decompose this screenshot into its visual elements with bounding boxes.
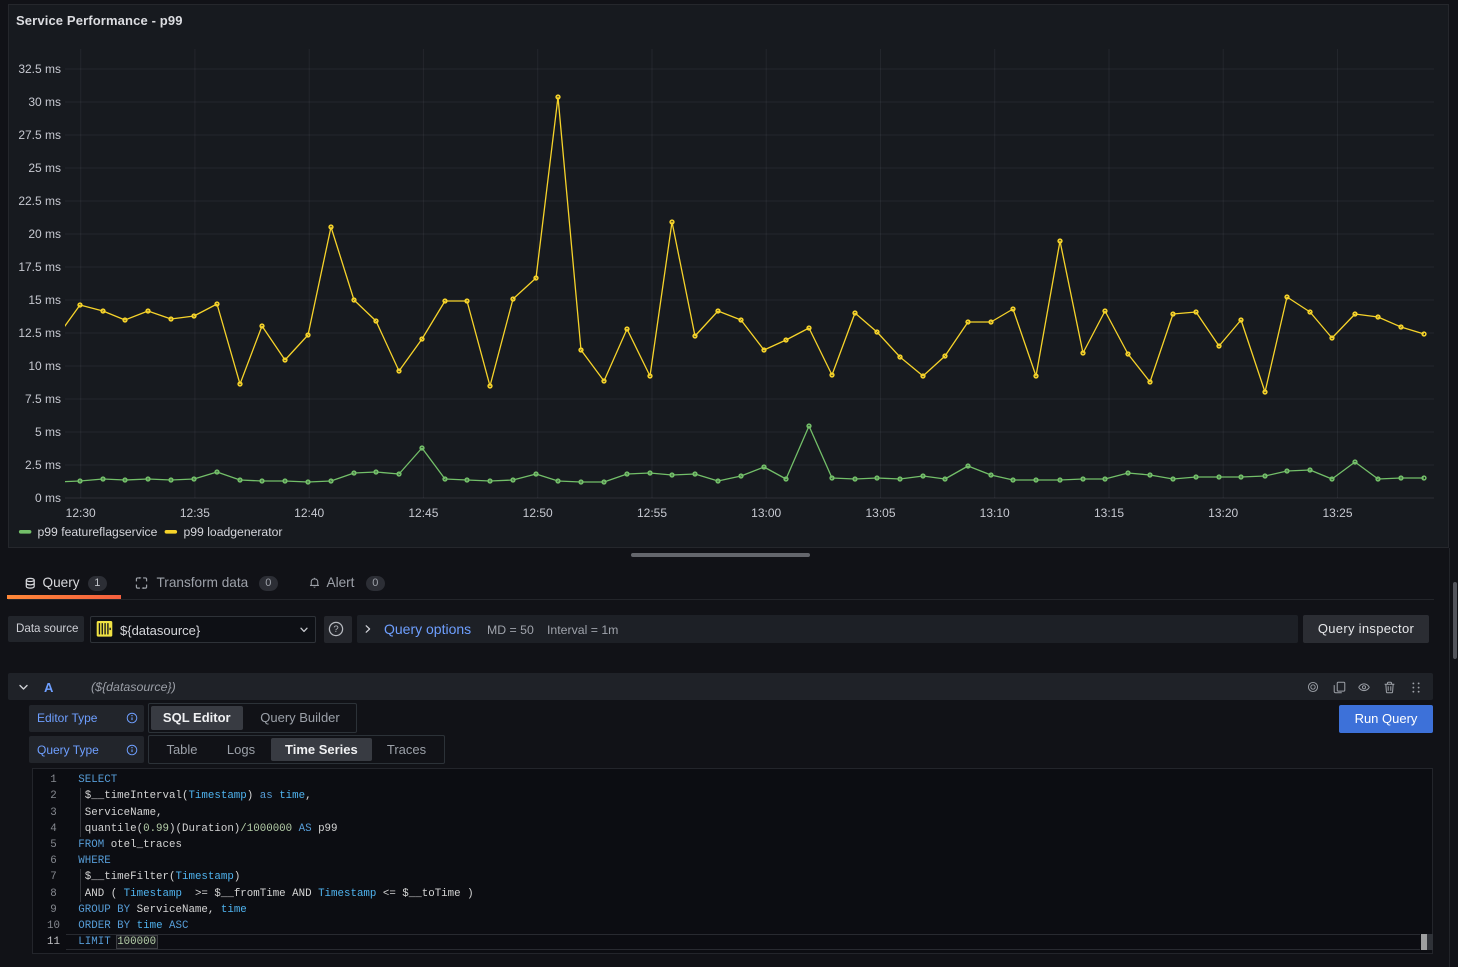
svg-text:15 ms: 15 ms <box>28 293 61 307</box>
svg-text:22.5 ms: 22.5 ms <box>18 194 61 208</box>
svg-text:?: ? <box>333 624 338 635</box>
svg-text:p99 featureflagservice: p99 featureflagservice <box>38 525 158 539</box>
svg-text:20 ms: 20 ms <box>28 227 61 241</box>
svg-text:13:05: 13:05 <box>865 506 895 520</box>
svg-text:30 ms: 30 ms <box>28 95 61 109</box>
svg-text:13:15: 13:15 <box>1094 506 1124 520</box>
svg-text:12:50: 12:50 <box>523 506 553 520</box>
svg-text:10 ms: 10 ms <box>28 359 61 373</box>
svg-text:12:30: 12:30 <box>66 506 96 520</box>
svg-text:12.5 ms: 12.5 ms <box>18 326 61 340</box>
svg-text:13:00: 13:00 <box>751 506 781 520</box>
svg-text:27.5 ms: 27.5 ms <box>18 128 61 142</box>
svg-text:13:10: 13:10 <box>980 506 1010 520</box>
svg-text:12:35: 12:35 <box>180 506 210 520</box>
svg-text:25 ms: 25 ms <box>28 161 61 175</box>
svg-text:2.5 ms: 2.5 ms <box>25 458 61 472</box>
svg-text:0 ms: 0 ms <box>35 491 61 505</box>
svg-text:13:20: 13:20 <box>1208 506 1238 520</box>
svg-text:p99 loadgenerator: p99 loadgenerator <box>184 525 283 539</box>
svg-text:32.5 ms: 32.5 ms <box>18 62 61 76</box>
svg-text:12:55: 12:55 <box>637 506 667 520</box>
svg-text:12:45: 12:45 <box>408 506 438 520</box>
svg-text:7.5 ms: 7.5 ms <box>25 392 61 406</box>
svg-text:5 ms: 5 ms <box>35 425 61 439</box>
svg-text:17.5 ms: 17.5 ms <box>18 260 61 274</box>
svg-text:13:25: 13:25 <box>1322 506 1352 520</box>
svg-text:12:40: 12:40 <box>294 506 324 520</box>
